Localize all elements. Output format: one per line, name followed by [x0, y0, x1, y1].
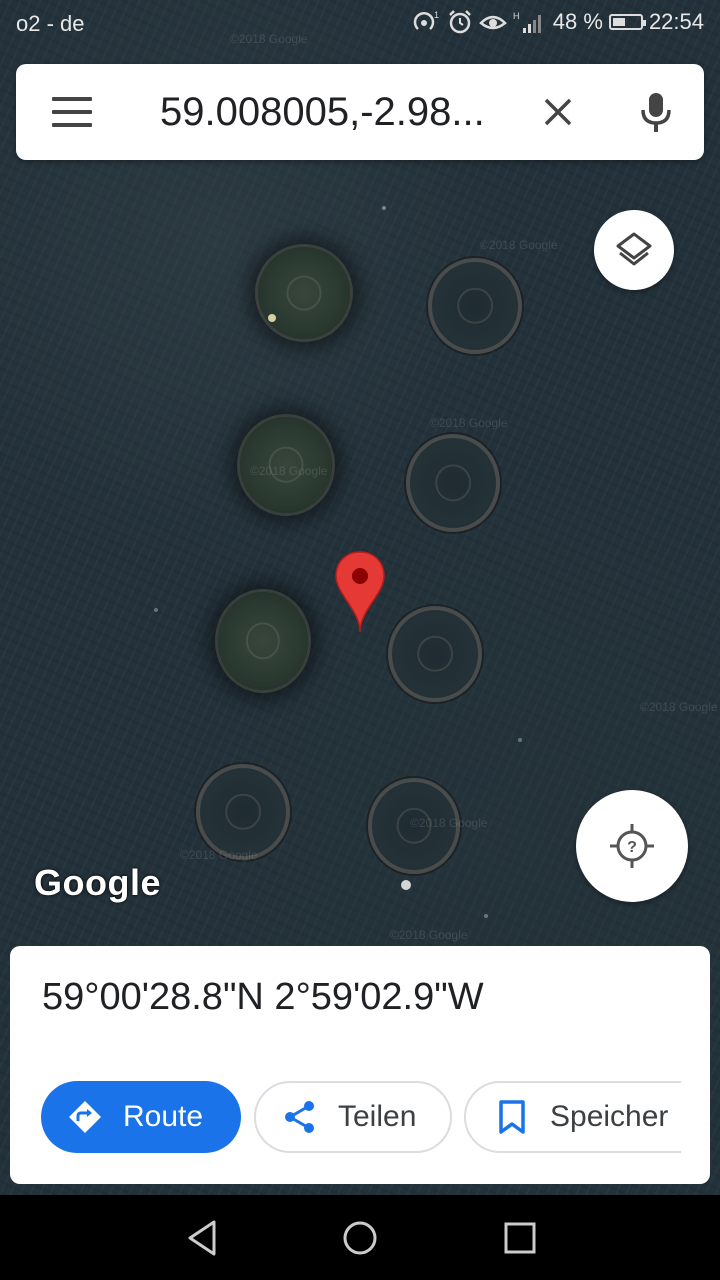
clock: 22:54	[648, 9, 704, 34]
svg-text:?: ?	[627, 839, 637, 856]
google-logo: Google	[34, 862, 161, 903]
layers-icon	[616, 232, 652, 266]
share-icon	[285, 1101, 314, 1133]
place-bottom-sheet[interactable]: 59°00'28.8"N 2°59'02.9"W Route Teilen Sp	[10, 946, 710, 1184]
location-unknown-icon: ?	[610, 824, 654, 868]
battery-charging-icon	[608, 14, 646, 30]
directions-icon	[69, 1101, 101, 1133]
search-input[interactable]: 59.008005,-2.98...	[160, 90, 514, 135]
route-button[interactable]: Route	[41, 1081, 241, 1153]
hotspot-icon: 1	[413, 10, 439, 30]
share-label: Teilen	[338, 1100, 417, 1133]
map-pin-icon[interactable]	[334, 550, 386, 634]
alarm-icon	[448, 10, 471, 34]
home-icon[interactable]	[342, 1218, 378, 1258]
route-label: Route	[123, 1100, 204, 1133]
close-icon[interactable]	[538, 92, 578, 132]
svg-text:H: H	[513, 11, 520, 21]
signal-icon: H	[513, 11, 541, 33]
my-location-button[interactable]: ?	[576, 790, 688, 902]
mic-icon[interactable]	[634, 90, 678, 134]
bookmark-icon	[499, 1100, 525, 1134]
back-icon[interactable]	[184, 1218, 220, 1258]
eye-comfort-icon	[478, 15, 507, 30]
layers-button[interactable]	[594, 210, 674, 290]
carrier-label: o2 - de	[16, 11, 85, 36]
battery-percent: 48 %	[552, 9, 603, 34]
search-bar: 59.008005,-2.98...	[16, 64, 704, 160]
svg-text:1: 1	[434, 10, 439, 20]
menu-icon[interactable]	[52, 97, 92, 127]
save-label: Speicher	[550, 1100, 669, 1133]
share-button[interactable]: Teilen	[254, 1081, 452, 1153]
save-button[interactable]: Speicher	[464, 1081, 681, 1153]
recent-apps-icon[interactable]	[502, 1218, 538, 1258]
action-chips: Route Teilen Speicher	[41, 1081, 681, 1153]
coordinates-label: 59°00'28.8"N 2°59'02.9"W	[42, 976, 484, 1018]
system-navigation-bar	[0, 1196, 720, 1280]
status-bar: o2 - de 1 H 48 % 22:54	[0, 0, 720, 48]
